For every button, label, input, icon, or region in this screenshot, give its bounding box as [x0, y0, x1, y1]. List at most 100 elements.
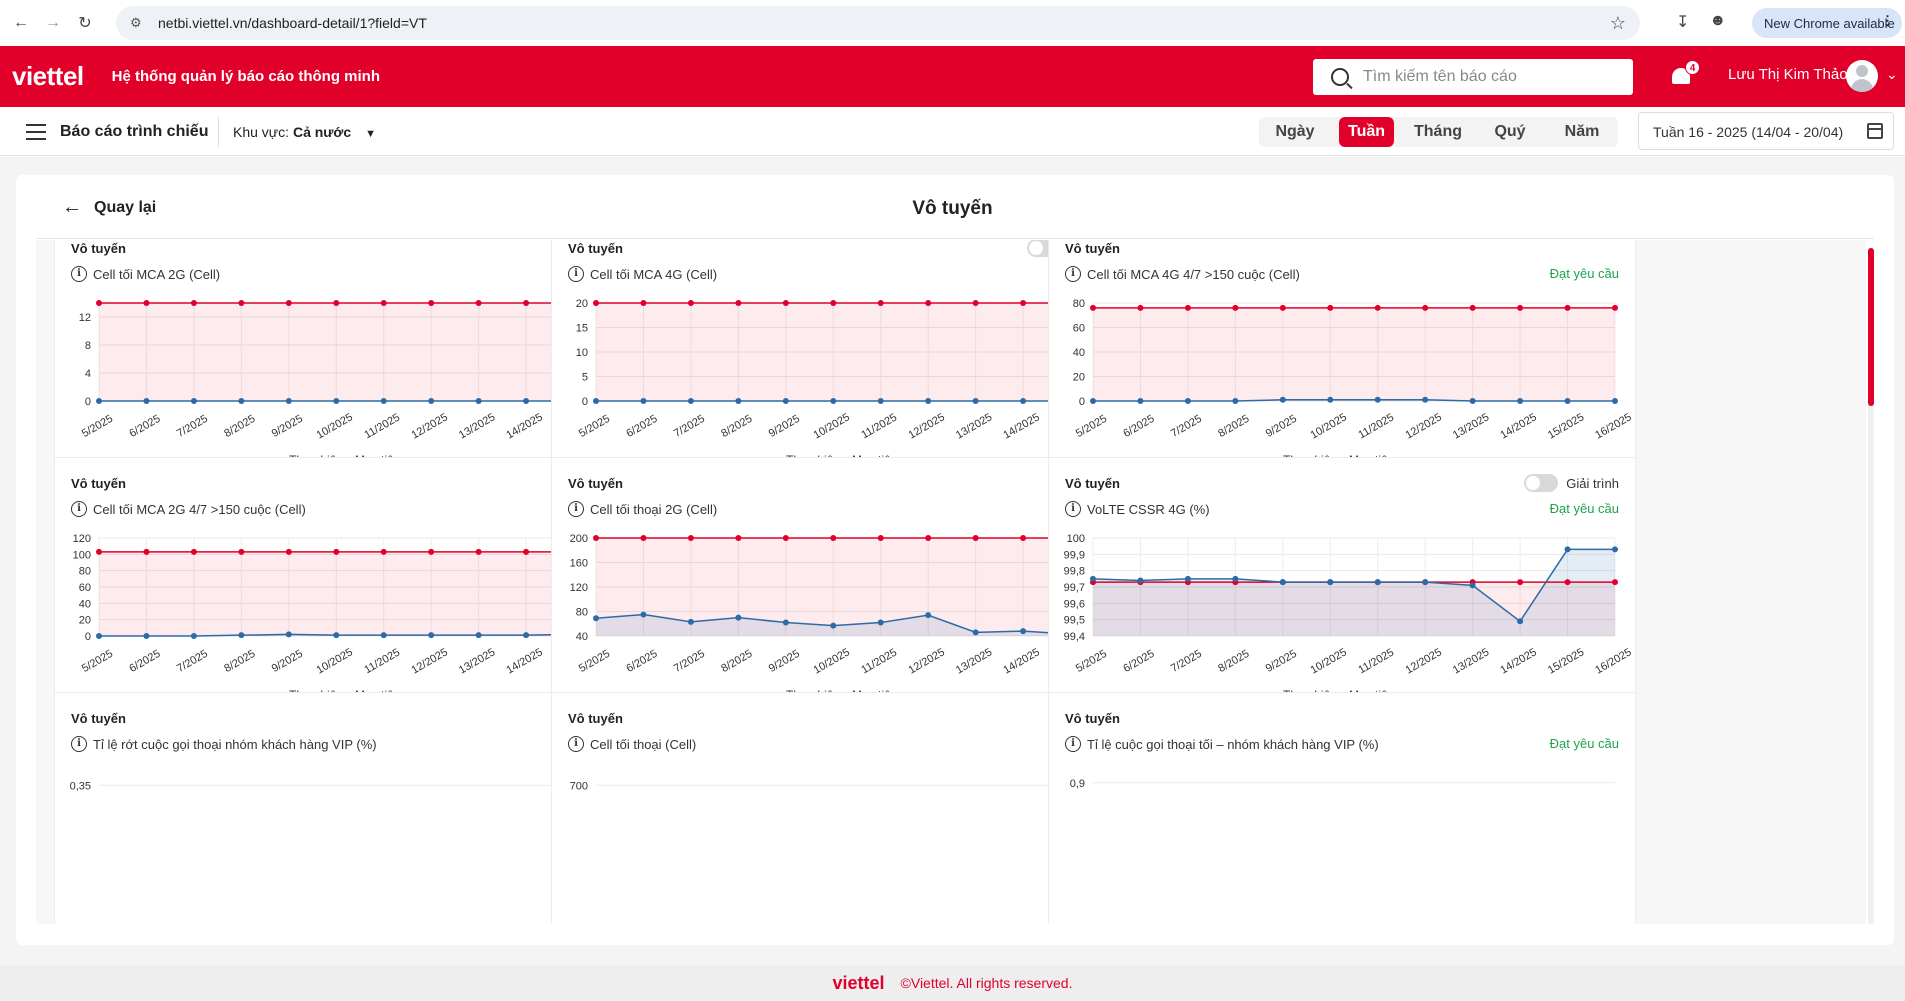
actual-point[interactable]: [1469, 582, 1476, 589]
actual-point[interactable]: [593, 615, 599, 622]
actual-point[interactable]: [96, 633, 102, 639]
target-point[interactable]: [143, 548, 150, 555]
actual-point[interactable]: [1137, 577, 1144, 584]
target-point[interactable]: [972, 300, 979, 306]
info-icon[interactable]: i: [71, 736, 87, 752]
target-point[interactable]: [877, 300, 884, 306]
actual-point[interactable]: [1090, 398, 1096, 404]
info-icon[interactable]: i: [568, 266, 584, 282]
actual-point[interactable]: [1020, 398, 1027, 404]
target-point[interactable]: [333, 548, 340, 555]
actual-point[interactable]: [190, 633, 197, 639]
target-point[interactable]: [972, 535, 979, 541]
target-point[interactable]: [1564, 579, 1571, 586]
scrollbar-thumb[interactable]: [1868, 248, 1874, 406]
actual-point[interactable]: [877, 398, 884, 404]
target-point[interactable]: [523, 300, 530, 306]
actual-point[interactable]: [1232, 398, 1239, 404]
actual-point[interactable]: [1137, 398, 1144, 404]
address-bar[interactable]: ⚙ netbi.viettel.vn/dashboard-detail/1?fi…: [116, 6, 1640, 40]
site-settings-icon[interactable]: ⚙: [130, 15, 146, 31]
actual-point[interactable]: [830, 622, 837, 629]
actual-point[interactable]: [333, 398, 340, 404]
target-point[interactable]: [925, 300, 932, 306]
actual-point[interactable]: [523, 632, 530, 639]
actual-point[interactable]: [1564, 546, 1571, 553]
forward-icon[interactable]: →: [42, 12, 64, 34]
menu-icon[interactable]: [26, 124, 46, 140]
target-point[interactable]: [640, 300, 647, 306]
target-point[interactable]: [96, 300, 102, 306]
target-point[interactable]: [428, 548, 435, 555]
back-icon[interactable]: ←: [10, 12, 32, 34]
actual-point[interactable]: [640, 398, 647, 404]
notification-bell-icon[interactable]: 4: [1670, 60, 1700, 88]
target-point[interactable]: [735, 535, 742, 541]
actual-point[interactable]: [1327, 579, 1334, 586]
info-icon[interactable]: i: [71, 266, 87, 282]
actual-point[interactable]: [593, 398, 599, 404]
avatar[interactable]: [1846, 60, 1878, 92]
actual-point[interactable]: [1232, 575, 1239, 582]
target-point[interactable]: [1612, 579, 1618, 586]
actual-point[interactable]: [143, 398, 150, 404]
target-point[interactable]: [333, 300, 340, 306]
target-point[interactable]: [735, 300, 742, 306]
actual-point[interactable]: [782, 398, 789, 404]
actual-point[interactable]: [1090, 575, 1096, 582]
tab-month[interactable]: Tháng: [1402, 117, 1474, 147]
target-point[interactable]: [1184, 304, 1191, 311]
actual-point[interactable]: [1517, 618, 1524, 625]
actual-point[interactable]: [285, 631, 292, 638]
target-point[interactable]: [285, 300, 292, 306]
actual-point[interactable]: [687, 618, 694, 625]
actual-point[interactable]: [1422, 396, 1429, 403]
target-point[interactable]: [640, 535, 647, 541]
target-point[interactable]: [238, 300, 245, 306]
target-point[interactable]: [1517, 304, 1524, 311]
target-point[interactable]: [1564, 304, 1571, 311]
actual-point[interactable]: [1374, 579, 1381, 586]
calendar-icon[interactable]: [1867, 123, 1883, 139]
tab-week[interactable]: Tuần: [1339, 117, 1394, 147]
actual-point[interactable]: [96, 398, 102, 404]
download-icon[interactable]: ↧: [1676, 12, 1689, 32]
actual-point[interactable]: [925, 612, 932, 619]
chevron-down-icon[interactable]: ⌄: [1886, 66, 1898, 83]
target-point[interactable]: [593, 535, 599, 541]
target-point[interactable]: [380, 548, 387, 555]
actual-point[interactable]: [1564, 398, 1571, 404]
target-point[interactable]: [523, 548, 530, 555]
more-menu-icon[interactable]: ⋮: [1881, 13, 1894, 29]
tab-quarter[interactable]: Quý: [1474, 117, 1546, 147]
target-point[interactable]: [925, 535, 932, 541]
region-select[interactable]: Khu vực: Cả nước ▼: [233, 124, 376, 140]
actual-point[interactable]: [1517, 398, 1524, 404]
toggle-switch[interactable]: [1524, 474, 1559, 492]
actual-point[interactable]: [1612, 546, 1618, 553]
actual-point[interactable]: [687, 398, 694, 404]
actual-point[interactable]: [285, 398, 292, 404]
info-icon[interactable]: i: [1065, 266, 1081, 282]
actual-point[interactable]: [1327, 396, 1334, 403]
chrome-update-button[interactable]: New Chrome available ⋮: [1752, 8, 1902, 38]
actual-point[interactable]: [830, 398, 837, 404]
info-icon[interactable]: i: [1065, 501, 1081, 517]
target-point[interactable]: [238, 548, 245, 555]
user-name[interactable]: Lưu Thị Kim Thảo: [1728, 66, 1848, 83]
profile-icon[interactable]: ☻: [1709, 12, 1726, 32]
reload-icon[interactable]: ↻: [74, 12, 96, 34]
actual-point[interactable]: [238, 632, 245, 639]
target-point[interactable]: [830, 535, 837, 541]
target-point[interactable]: [1020, 535, 1027, 541]
target-point[interactable]: [687, 535, 694, 541]
actual-point[interactable]: [877, 619, 884, 626]
actual-point[interactable]: [1184, 575, 1191, 582]
target-point[interactable]: [190, 300, 197, 306]
explain-toggle[interactable]: Giải trình: [1524, 474, 1619, 492]
target-point[interactable]: [1090, 304, 1096, 311]
target-point[interactable]: [1469, 304, 1476, 311]
tab-day[interactable]: Ngày: [1259, 117, 1331, 147]
target-point[interactable]: [1020, 300, 1027, 306]
actual-point[interactable]: [1612, 398, 1618, 404]
